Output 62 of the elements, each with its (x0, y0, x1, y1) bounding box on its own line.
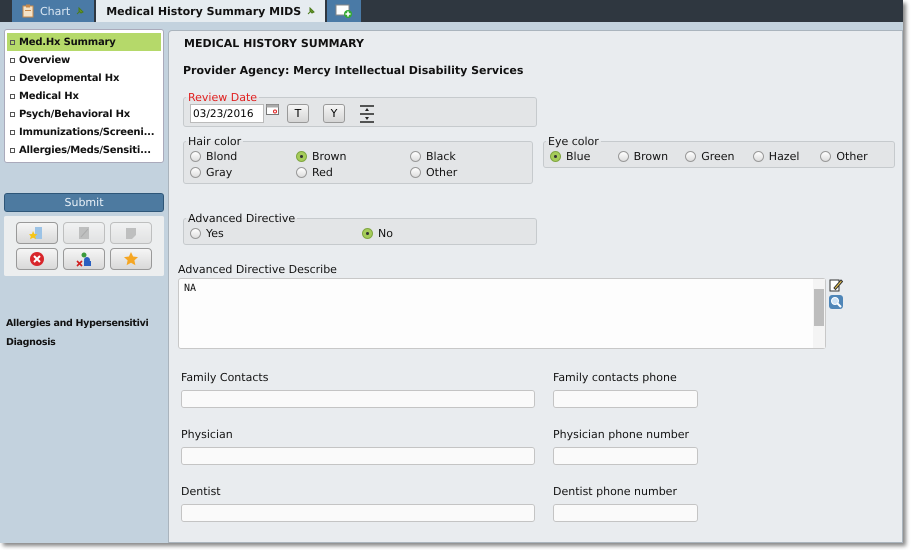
section-link[interactable]: Diagnosis (4, 337, 164, 348)
field-label: Family contacts phone (553, 371, 678, 384)
group-label: Hair color (187, 135, 242, 148)
input-field[interactable] (181, 504, 535, 522)
field-label: Dentist (181, 485, 222, 498)
radio-option[interactable]: Red (296, 164, 410, 180)
nav-item[interactable]: Medical Hx (7, 87, 161, 105)
spinner-icon[interactable] (359, 104, 375, 122)
scrollbar[interactable] (813, 279, 825, 348)
radio-option[interactable]: Other (820, 148, 888, 164)
tab[interactable] (327, 0, 362, 22)
radio-option[interactable]: Yes (190, 225, 362, 241)
input-field[interactable] (553, 390, 698, 408)
input-field[interactable] (553, 504, 698, 522)
radio-option[interactable]: Gray (190, 164, 296, 180)
page-title: MEDICAL HISTORY SUMMARY (184, 37, 365, 50)
nav-item[interactable]: Med.Hx Summary (7, 33, 161, 51)
field-label: Family Contacts (181, 371, 270, 384)
field-label: Dentist phone number (553, 485, 678, 498)
nav-item[interactable]: Immunizations/Screeni... (7, 123, 161, 141)
input-field[interactable] (553, 447, 698, 465)
nav-item[interactable]: Overview (7, 51, 161, 69)
edit-icon[interactable] (829, 278, 843, 292)
nav-item[interactable]: Psych/Behavioral Hx (7, 105, 161, 123)
radio-option[interactable]: Brown (296, 148, 410, 164)
group-label: Advanced Directive (187, 212, 296, 225)
tab[interactable]: Medical History Summary MIDS (96, 0, 326, 22)
field-label: Physician (181, 428, 234, 441)
pin-icon (76, 7, 84, 15)
field-label: Advanced Directive Describe (178, 263, 338, 276)
text-value: NA (183, 282, 198, 296)
nav-item[interactable]: Developmental Hx (7, 69, 161, 87)
input-field[interactable] (181, 390, 535, 408)
text-area[interactable]: NA (178, 278, 826, 349)
pin-icon (307, 7, 316, 15)
radio-option[interactable]: No (362, 225, 530, 241)
bookmark-icon[interactable] (16, 222, 58, 244)
radio-option[interactable]: Hazel (752, 148, 820, 164)
radio-option[interactable]: Green (685, 148, 753, 164)
field-label: Review Date (187, 91, 258, 104)
radio-option[interactable]: Blond (190, 148, 296, 164)
date-shortcut-button[interactable]: Y (323, 104, 345, 123)
group-label: Eye color (547, 135, 600, 148)
cancel-icon[interactable] (16, 248, 58, 270)
nav-item[interactable]: Allergies/Meds/Sensiti... (7, 141, 161, 159)
submit-button[interactable]: Submit (4, 193, 164, 212)
add-tab-icon (335, 4, 354, 18)
field-label: Physician phone number (553, 428, 690, 441)
radio-option[interactable]: Blue (550, 148, 618, 164)
tab[interactable]: Chart (12, 0, 94, 22)
search-icon[interactable] (829, 295, 843, 309)
calendar-icon[interactable] (266, 104, 279, 115)
date-shortcut-button[interactable]: T (287, 104, 309, 123)
radio-option[interactable]: Brown (618, 148, 686, 164)
input-field[interactable] (181, 447, 535, 465)
radio-option[interactable]: Black (410, 148, 526, 164)
radio-option[interactable]: Other (410, 164, 526, 180)
provider-agency: Provider Agency: Mercy Intellectual Disability Services (183, 64, 524, 77)
clipboard-icon (22, 4, 34, 18)
date-field[interactable]: 03/23/2016 (190, 104, 264, 123)
users-icon[interactable] (63, 248, 105, 270)
section-link[interactable]: Allergies and Hypersensitivi (4, 318, 164, 329)
